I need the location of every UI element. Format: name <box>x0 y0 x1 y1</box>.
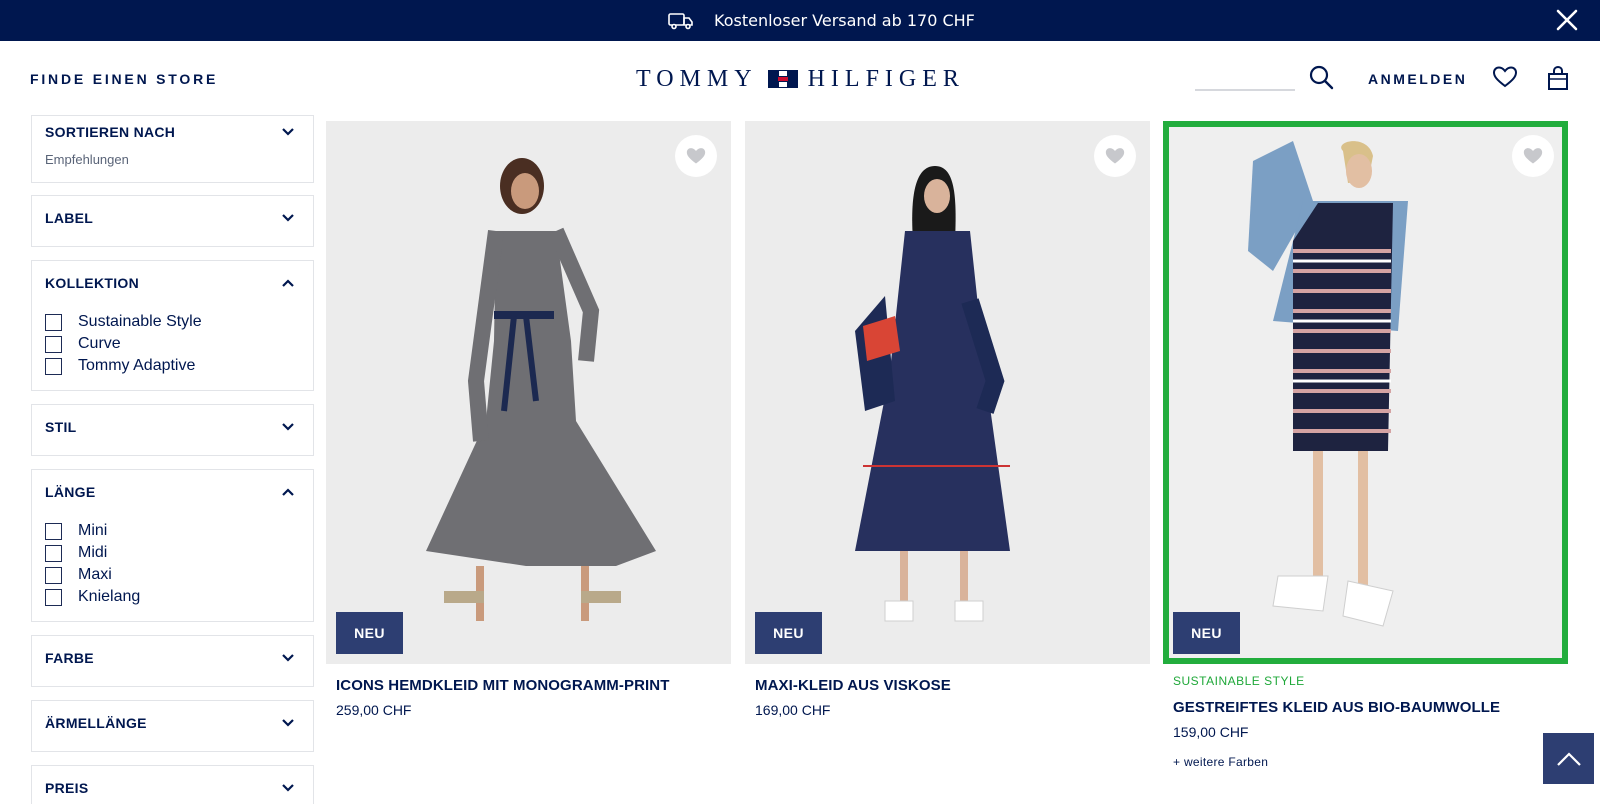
chevron-up-icon <box>1556 751 1581 766</box>
search-input[interactable] <box>1195 89 1295 91</box>
checkbox[interactable] <box>45 522 62 540</box>
filter-price-toggle[interactable]: PREIS <box>45 780 305 800</box>
filter-title: LÄNGE <box>45 484 96 500</box>
product-image[interactable]: NEU <box>745 121 1150 664</box>
filter-length-toggle[interactable]: LÄNGE <box>45 484 305 504</box>
wishlist-button[interactable] <box>675 135 717 177</box>
heart-icon <box>1105 148 1125 164</box>
wishlist-button[interactable] <box>1094 135 1136 177</box>
filter-option[interactable]: Midi <box>45 542 107 564</box>
filter-title: STIL <box>45 419 77 435</box>
new-badge: NEU <box>336 612 403 654</box>
chevron-down-icon <box>282 719 294 727</box>
truck-icon <box>668 12 693 29</box>
filter-collection-toggle[interactable]: KOLLEKTION <box>45 275 305 295</box>
checkbox[interactable] <box>45 335 62 353</box>
filter-sort-toggle[interactable]: SORTIEREN NACH <box>45 124 305 144</box>
model-figure <box>1163 121 1568 664</box>
product-name[interactable]: GESTREIFTES KLEID AUS BIO-BAUMWOLLE <box>1173 699 1500 716</box>
checkbox[interactable] <box>45 357 62 375</box>
brand-logo[interactable]: TOMMY HILFIGER <box>636 63 965 95</box>
model-figure <box>745 121 1150 664</box>
chevron-down-icon <box>282 128 294 136</box>
more-colors-link[interactable]: + weitere Farben <box>1173 755 1268 769</box>
chevron-up-icon <box>282 279 294 287</box>
chevron-down-icon <box>282 423 294 431</box>
option-label: Sustainable Style <box>78 313 202 330</box>
option-label: Mini <box>78 522 108 539</box>
store-finder-link[interactable]: FINDE EINEN STORE <box>30 71 218 87</box>
chevron-down-icon <box>282 214 294 222</box>
filter-sleeve-toggle[interactable]: ÄRMELLÄNGE <box>45 715 305 735</box>
promo-bar: Kostenloser Versand ab 170 CHF <box>0 0 1600 41</box>
sustainable-tag: SUSTAINABLE STYLE <box>1173 674 1305 688</box>
filter-title: ÄRMELLÄNGE <box>45 715 147 731</box>
chevron-up-icon <box>282 488 294 496</box>
site-header: FINDE EINEN STORE TOMMY HILFIGER ANMELDE… <box>0 41 1600 115</box>
filter-color: FARBE <box>31 635 314 687</box>
filter-sleeve: ÄRMELLÄNGE <box>31 700 314 752</box>
search-icon[interactable] <box>1308 64 1334 90</box>
logo-word-right: HILFIGER <box>807 65 965 92</box>
checkbox[interactable] <box>45 313 62 331</box>
promo-text: Kostenloser Versand ab 170 CHF <box>714 11 975 30</box>
option-label: Curve <box>78 335 121 352</box>
checkbox[interactable] <box>45 544 62 562</box>
close-icon[interactable] <box>1552 5 1582 35</box>
option-label: Maxi <box>78 566 112 583</box>
option-label: Tommy Adaptive <box>78 357 196 374</box>
product-price: 169,00 CHF <box>755 702 831 718</box>
shopping-bag-icon[interactable] <box>1547 65 1569 91</box>
filter-option[interactable]: Tommy Adaptive <box>45 355 195 377</box>
product-name[interactable]: MAXI-KLEID AUS VISKOSE <box>755 677 951 694</box>
wishlist-heart-icon[interactable] <box>1492 65 1518 89</box>
flag-icon <box>767 70 798 89</box>
logo-word-left: TOMMY <box>636 65 758 92</box>
back-to-top-button[interactable] <box>1543 733 1594 784</box>
filter-color-toggle[interactable]: FARBE <box>45 650 305 670</box>
filter-option[interactable]: Sustainable Style <box>45 311 202 333</box>
filter-title: SORTIEREN NACH <box>45 124 176 140</box>
product-price: 159,00 CHF <box>1173 724 1249 740</box>
product-image[interactable]: NEU <box>1163 121 1568 664</box>
filter-price: PREIS <box>31 765 314 804</box>
chevron-down-icon <box>282 654 294 662</box>
heart-icon <box>1523 148 1543 164</box>
wishlist-button[interactable] <box>1512 135 1554 177</box>
filter-sort: SORTIEREN NACH Empfehlungen <box>31 115 314 183</box>
filter-title: FARBE <box>45 650 94 666</box>
filter-option[interactable]: Curve <box>45 333 121 355</box>
checkbox[interactable] <box>45 566 62 584</box>
filter-title: KOLLEKTION <box>45 275 139 291</box>
filter-length: LÄNGE Mini Midi Maxi Knielang <box>31 469 314 622</box>
filter-title: LABEL <box>45 210 94 226</box>
filter-option[interactable]: Mini <box>45 520 107 542</box>
filter-option[interactable]: Knielang <box>45 586 140 608</box>
new-badge: NEU <box>1173 612 1240 654</box>
heart-icon <box>686 148 706 164</box>
filter-collection: KOLLEKTION Sustainable Style Curve Tommy… <box>31 260 314 391</box>
login-link[interactable]: ANMELDEN <box>1368 71 1467 87</box>
new-badge: NEU <box>755 612 822 654</box>
filter-option[interactable]: Maxi <box>45 564 112 586</box>
filter-label: LABEL <box>31 195 314 247</box>
filter-style: STIL <box>31 404 314 456</box>
sort-value: Empfehlungen <box>45 152 129 167</box>
checkbox[interactable] <box>45 588 62 606</box>
chevron-down-icon <box>282 784 294 792</box>
product-name[interactable]: ICONS HEMDKLEID MIT MONOGRAMM-PRINT <box>336 677 669 694</box>
product-price: 259,00 CHF <box>336 702 412 718</box>
model-figure <box>326 121 731 664</box>
product-image[interactable]: NEU <box>326 121 731 664</box>
option-label: Midi <box>78 544 108 561</box>
filter-style-toggle[interactable]: STIL <box>45 419 305 439</box>
option-label: Knielang <box>78 588 141 605</box>
filter-title: PREIS <box>45 780 89 796</box>
filter-label-toggle[interactable]: LABEL <box>45 210 305 230</box>
